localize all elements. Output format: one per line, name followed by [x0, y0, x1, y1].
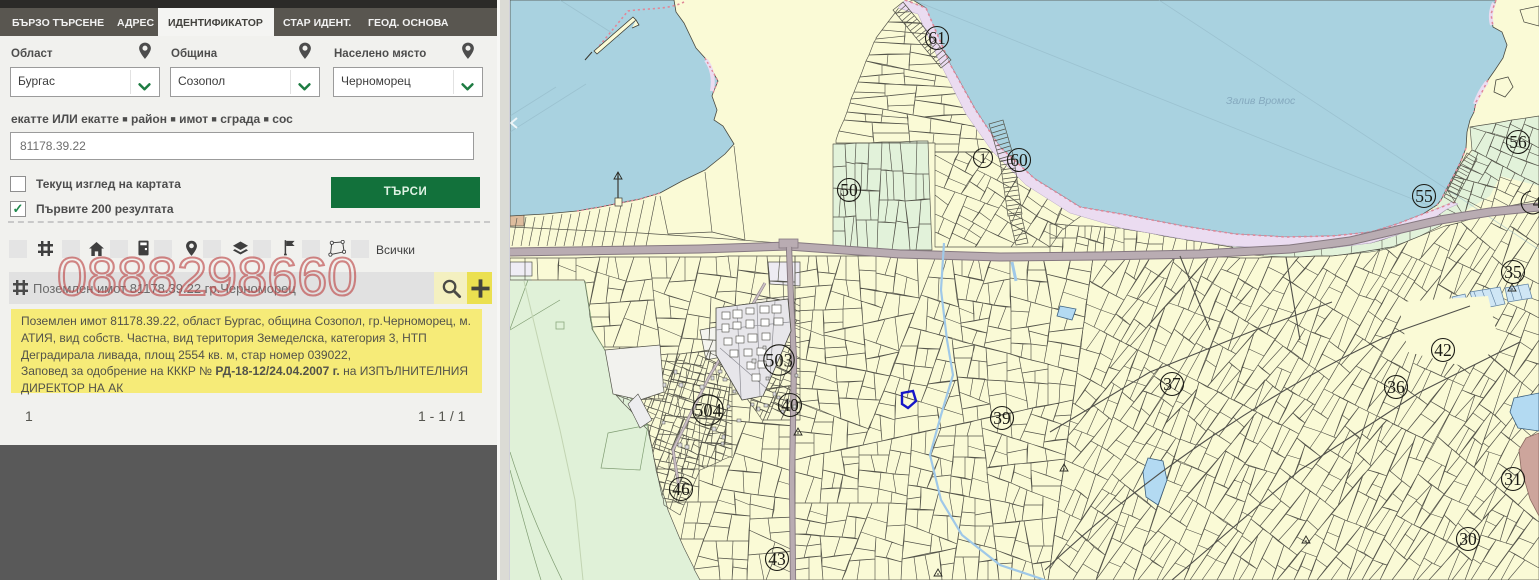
- svg-text:503: 503: [765, 351, 793, 371]
- svg-text:39: 39: [993, 408, 1011, 428]
- svg-text:Залив Вромос: Залив Вромос: [1226, 95, 1296, 107]
- svg-text:35: 35: [1504, 262, 1522, 282]
- svg-text:504: 504: [694, 401, 722, 421]
- svg-text:61: 61: [928, 28, 946, 48]
- svg-text:31: 31: [1504, 469, 1522, 489]
- svg-text:30: 30: [1459, 529, 1477, 549]
- svg-text:56: 56: [1509, 132, 1527, 152]
- svg-text:46: 46: [672, 479, 690, 499]
- svg-text:55: 55: [1415, 186, 1433, 206]
- svg-text:1: 1: [979, 151, 987, 167]
- svg-text:36: 36: [1387, 377, 1405, 397]
- svg-text:40: 40: [781, 395, 799, 415]
- svg-text:60: 60: [1010, 150, 1028, 170]
- svg-text:37: 37: [1163, 374, 1181, 394]
- svg-text:42: 42: [1434, 340, 1452, 360]
- svg-text:4: 4: [1533, 193, 1539, 212]
- svg-text:50: 50: [840, 180, 858, 200]
- svg-text:43: 43: [768, 549, 786, 569]
